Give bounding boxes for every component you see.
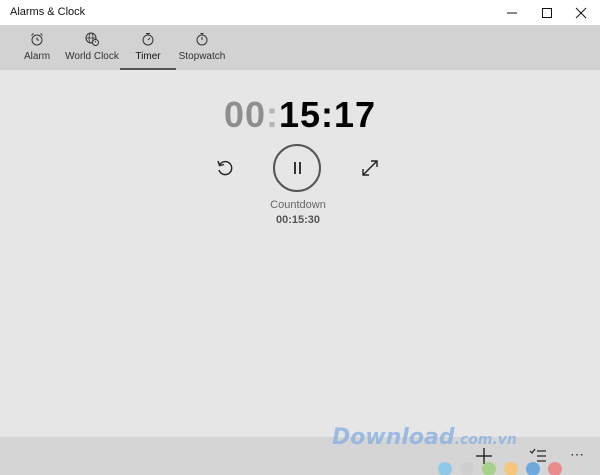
reset-icon	[217, 160, 233, 176]
tab-timer[interactable]: Timer	[120, 25, 176, 70]
tab-timer-label: Timer	[135, 51, 161, 62]
watermark-domain: .com.vn	[454, 432, 517, 448]
title-bar: Alarms & Clock	[0, 0, 600, 25]
watermark-dot	[438, 462, 452, 475]
maximize-button[interactable]	[532, 0, 562, 25]
tab-stopwatch-label: Stopwatch	[178, 51, 226, 62]
more-button[interactable]: ⋯	[570, 447, 592, 467]
watermark-dot	[526, 462, 540, 475]
maximize-icon	[542, 8, 552, 18]
close-icon	[575, 7, 587, 19]
alarm-clock-icon	[31, 33, 43, 46]
watermark-dot	[504, 462, 518, 475]
timer-duration: 00:15:30	[275, 214, 321, 226]
pause-button[interactable]	[273, 144, 321, 192]
timer-name: Countdown	[270, 199, 326, 211]
timer-minutes-seconds: 15:17	[278, 94, 377, 135]
download-watermark: Download.com.vn	[332, 425, 517, 450]
close-button[interactable]	[566, 0, 596, 25]
reset-button[interactable]	[214, 157, 236, 179]
timer-separator: :	[265, 94, 279, 135]
expand-icon	[362, 160, 378, 176]
tab-stopwatch[interactable]: Stopwatch	[178, 25, 226, 70]
window-title: Alarms & Clock	[10, 6, 86, 18]
stopwatch-icon	[196, 33, 208, 46]
timer-hours: 00	[223, 94, 266, 135]
tab-alarm-label: Alarm	[23, 51, 51, 62]
tab-world-clock-label: World Clock	[65, 51, 119, 62]
watermark-dot	[548, 462, 562, 475]
minimize-icon	[507, 12, 517, 14]
minimize-button[interactable]	[497, 0, 527, 25]
watermark-dot	[482, 462, 496, 475]
timer-icon	[142, 33, 154, 46]
watermark-dot	[460, 462, 474, 475]
expand-button[interactable]	[360, 158, 380, 178]
tab-world-clock[interactable]: World Clock	[64, 25, 120, 70]
tab-alarm[interactable]: Alarm	[14, 25, 60, 70]
watermark-brand: Download	[332, 425, 455, 450]
globe-clock-icon	[85, 32, 99, 46]
timer-display: 00:15:17	[0, 94, 600, 136]
tab-bar: Alarm World Clock Timer Stopwatch	[0, 25, 600, 70]
